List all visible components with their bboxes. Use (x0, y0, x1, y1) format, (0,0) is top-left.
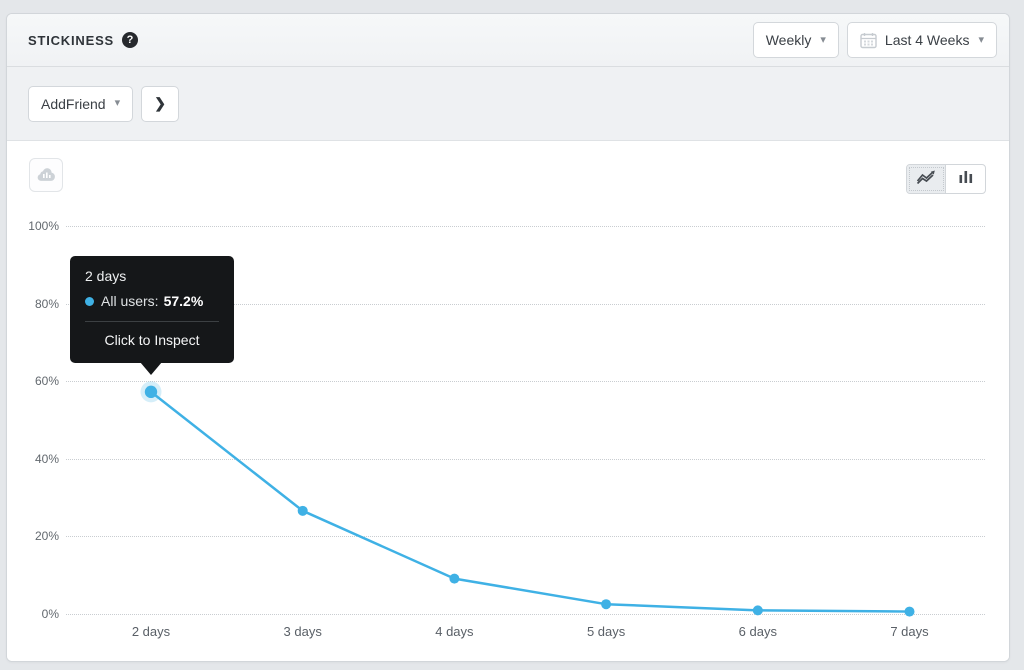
granularity-label: Weekly (765, 32, 812, 48)
date-range-label: Last 4 Weeks (884, 32, 970, 48)
caret-down-icon: ▾ (978, 33, 984, 46)
event-toolbar: AddFriend ▾ ❯ (7, 67, 1009, 141)
y-axis-tick: 20% (34, 529, 59, 543)
data-point[interactable] (752, 605, 763, 616)
point-tooltip[interactable]: 2 days All users: 57.2% Click to Inspect (70, 256, 234, 375)
page-title: STICKINESS (28, 32, 115, 48)
help-icon[interactable]: ? (122, 32, 139, 48)
x-axis-tick: 2 days (131, 624, 171, 639)
x-axis-tick: 4 days (435, 624, 474, 639)
x-axis-tick: 7 days (890, 624, 929, 639)
granularity-dropdown[interactable]: Weekly ▾ (752, 22, 839, 58)
caret-down-icon: ▾ (114, 97, 121, 109)
data-point[interactable] (904, 606, 915, 617)
chart-panel: 100% 80% 60% 40% 20% 0% 2 days 3 days 4 days 5 da… (7, 141, 1009, 661)
y-axis-tick: 60% (34, 374, 59, 388)
tooltip-title: 2 days (85, 268, 127, 284)
tooltip-series-label: All users: (101, 293, 159, 309)
x-axis-tick: 6 days (738, 624, 777, 639)
date-range-dropdown[interactable]: Last 4 Weeks ▾ (846, 22, 997, 58)
x-axis-tick: 5 days (586, 624, 626, 639)
stickiness-card: STICKINESS ? Weekly ▾ Last 4 Weeks ▾ Add… (6, 13, 1010, 662)
event-name-label: AddFriend (41, 95, 106, 112)
tooltip-inspect-hint: Click to Inspect (104, 332, 200, 348)
tooltip-series-row: All users: 57.2% (85, 293, 219, 309)
x-axis-tick: 3 days (283, 624, 322, 639)
caret-down-icon: ▾ (820, 33, 826, 46)
series-dot-icon (85, 296, 94, 306)
y-axis-tick: 100% (28, 219, 59, 233)
y-axis-tick: 80% (34, 296, 59, 311)
card-header: STICKINESS ? Weekly ▾ Last 4 Weeks ▾ (7, 14, 1009, 67)
series-line (150, 390, 910, 613)
chevron-right-icon: ❯ (154, 95, 166, 111)
data-point[interactable] (601, 599, 612, 610)
y-axis-tick: 40% (34, 451, 59, 466)
tooltip-value: 57.2% (163, 293, 204, 309)
calendar-icon (860, 32, 877, 49)
stickiness-line-chart[interactable] (7, 141, 1009, 661)
data-point[interactable] (144, 385, 158, 399)
add-step-button[interactable]: ❯ (141, 85, 180, 122)
data-point[interactable] (449, 573, 460, 584)
event-selector-dropdown[interactable]: AddFriend ▾ (28, 85, 134, 122)
data-point[interactable] (297, 505, 308, 516)
y-axis-tick: 0% (41, 606, 59, 621)
